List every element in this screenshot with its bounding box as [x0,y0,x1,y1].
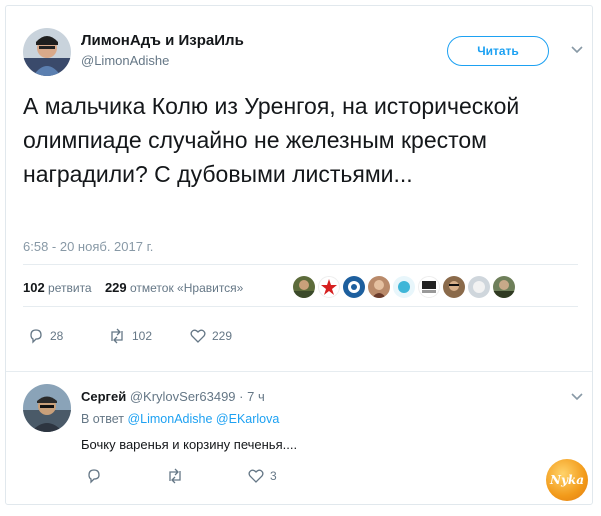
reply-text: Бочку варенья и корзину печенья.... [81,437,298,452]
divider [23,306,578,307]
reply-author-name[interactable]: Сергей [81,389,126,404]
heart-icon [190,328,206,344]
retweet-button[interactable]: 102 [108,328,190,344]
reply-time[interactable]: · 7 ч [239,389,265,404]
retweet-icon [166,468,184,484]
watermark-text: Nyka [549,473,585,487]
likers-list [293,276,515,298]
avatar-icon[interactable] [468,276,490,298]
reply-author-handle[interactable]: @KrylovSer63499 [130,389,236,404]
avatar-icon[interactable] [443,276,465,298]
avatar-icon[interactable] [368,276,390,298]
reply-to-line: В ответ @LimonAdishe @EKarlova [81,412,279,426]
avatar-icon[interactable] [293,276,315,298]
avatar-icon[interactable] [493,276,515,298]
retweets-stat[interactable]: 102 ретвита [23,280,92,295]
tweet-stats: 102 ретвита 229 отметок «Нравится» [23,280,253,295]
author-name[interactable]: ЛимонАдъ и ИзраИль [81,32,244,49]
author-avatar[interactable] [23,28,71,76]
avatar-icon[interactable] [393,276,415,298]
retweet-icon [108,328,126,344]
like-count: 229 [212,329,233,343]
chevron-down-icon[interactable] [571,393,583,401]
avatar-icon[interactable] [418,276,440,298]
divider [6,371,592,372]
tweet-card: ЛимонАдъ и ИзраИль @LimonAdishe Читать А… [5,5,593,505]
tweet-timestamp[interactable]: 6:58 - 20 нояб. 2017 г. [23,239,153,254]
like-button[interactable]: 229 [190,328,232,344]
reply-count: 28 [50,329,64,343]
heart-icon [248,468,264,484]
reply-button[interactable] [86,468,166,484]
avatar-icon[interactable] [318,276,340,298]
like-button[interactable]: 3 [248,468,277,484]
divider [23,264,578,265]
watermark-logo: Nyka [546,459,588,501]
author-handle[interactable]: @LimonAdishe [81,53,169,68]
chevron-down-icon[interactable] [571,46,583,54]
like-count: 3 [270,469,277,483]
likes-stat[interactable]: 229 отметок «Нравится» [105,280,243,295]
tweet-actions: 28 102 229 [28,328,232,344]
follow-button[interactable]: Читать [447,36,549,66]
reply-author-avatar[interactable] [23,384,71,432]
reply-to-link[interactable]: @EKarlova [216,412,279,426]
reply-button[interactable]: 28 [28,328,108,344]
reply-icon [86,468,102,484]
retweet-count: 102 [132,329,153,343]
reply-icon [28,328,44,344]
avatar-icon[interactable] [343,276,365,298]
tweet-text: А мальчика Колю из Уренгоя, на историчес… [23,93,520,187]
retweet-button[interactable] [166,468,248,484]
reply-to-prefix: В ответ [81,412,124,426]
reply-to-link[interactable]: @LimonAdishe [127,412,212,426]
reply-actions: 3 [86,468,277,484]
reply-header: Сергей @KrylovSer63499 · 7 ч [81,389,265,404]
